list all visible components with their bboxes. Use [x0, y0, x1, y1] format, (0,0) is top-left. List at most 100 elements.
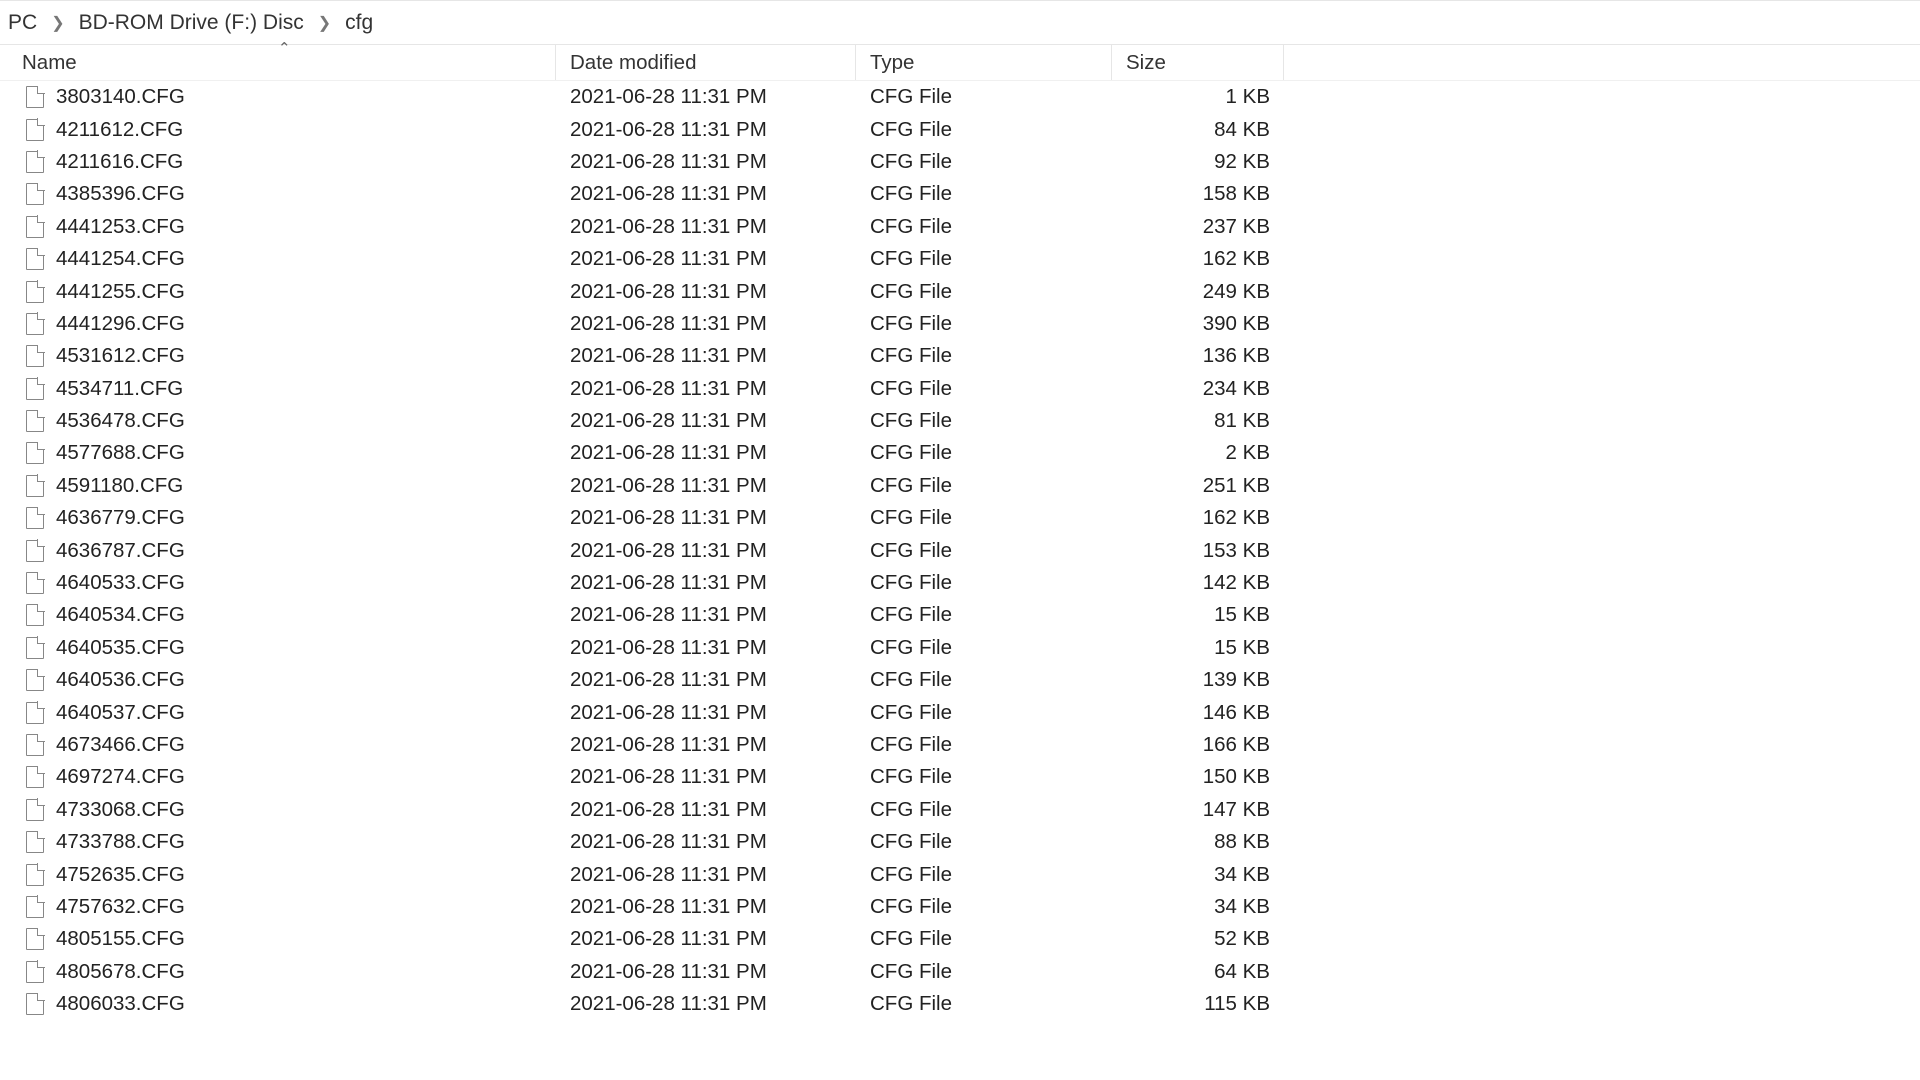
file-name: 4636787.CFG	[56, 539, 185, 563]
file-type: CFG File	[856, 409, 1112, 433]
file-date: 2021-06-28 11:31 PM	[556, 182, 856, 206]
file-icon	[26, 799, 44, 821]
file-type: CFG File	[856, 830, 1112, 854]
file-row[interactable]: 4441296.CFG 2021-06-28 11:31 PMCFG File39…	[0, 308, 1920, 340]
file-row[interactable]: 4441253.CFG2021-06-28 11:31 PMCFG File23…	[0, 211, 1920, 243]
file-row[interactable]: 4534711.CFG2021-06-28 11:31 PMCFG File23…	[0, 373, 1920, 405]
column-header-name[interactable]: Name	[0, 45, 556, 80]
file-row[interactable]: 4733068.CFG2021-06-28 11:31 PMCFG File14…	[0, 794, 1920, 826]
file-row[interactable]: 4536478.CFG2021-06-28 11:31 PMCFG File81…	[0, 405, 1920, 437]
file-row[interactable]: 4806033.CFG2021-06-28 11:31 PMCFG File11…	[0, 988, 1920, 1020]
file-row[interactable]: 4211612.CFG2021-06-28 11:31 PMCFG File84…	[0, 113, 1920, 145]
file-name: 4441296.CFG	[56, 312, 185, 336]
file-icon	[26, 669, 44, 691]
file-date: 2021-06-28 11:31 PM	[556, 215, 856, 239]
file-icon	[26, 604, 44, 626]
file-row[interactable]: 4385396.CFG 2021-06-28 11:31 PMCFG File15…	[0, 178, 1920, 210]
explorer-window: PC ❯ BD-ROM Drive (F:) Disc ❯ cfg ⌃ Name…	[0, 0, 1920, 1080]
file-name: 4385396.CFG	[56, 182, 185, 206]
file-date: 2021-06-28 11:31 PM	[556, 668, 856, 692]
file-size: 158 KB	[1112, 182, 1284, 206]
file-name: 4806033.CFG	[56, 992, 185, 1016]
file-size: 153 KB	[1112, 539, 1284, 563]
column-headers: ⌃ Name Date modified Type Size	[0, 45, 1920, 81]
file-type: CFG File	[856, 182, 1112, 206]
file-row[interactable]: 4640534.CFG2021-06-28 11:31 PMCFG File15…	[0, 599, 1920, 631]
file-row[interactable]: 4805155.CFG2021-06-28 11:31 PMCFG File52…	[0, 923, 1920, 955]
file-type: CFG File	[856, 312, 1112, 336]
file-date: 2021-06-28 11:31 PM	[556, 85, 856, 109]
file-row[interactable]: 4636787.CFG2021-06-28 11:31 PMCFG File15…	[0, 534, 1920, 566]
breadcrumb-item-pc[interactable]: PC	[2, 11, 43, 35]
file-date: 2021-06-28 11:31 PM	[556, 247, 856, 271]
file-row[interactable]: 4441254.CFG2021-06-28 11:31 PMCFG File16…	[0, 243, 1920, 275]
file-date: 2021-06-28 11:31 PM	[556, 280, 856, 304]
file-name: 4733788.CFG	[56, 830, 185, 854]
file-row[interactable]: 4757632.CFG2021-06-28 11:31 PMCFG File34…	[0, 891, 1920, 923]
file-date: 2021-06-28 11:31 PM	[556, 312, 856, 336]
breadcrumb-item-folder[interactable]: cfg	[339, 11, 379, 35]
breadcrumb-item-drive[interactable]: BD-ROM Drive (F:) Disc	[73, 11, 310, 35]
file-date: 2021-06-28 11:31 PM	[556, 863, 856, 887]
file-row[interactable]: 4636779.CFG2021-06-28 11:31 PMCFG File16…	[0, 502, 1920, 534]
file-row[interactable]: 4697274.CFG2021-06-28 11:31 PMCFG File15…	[0, 761, 1920, 793]
file-date: 2021-06-28 11:31 PM	[556, 344, 856, 368]
file-type: CFG File	[856, 863, 1112, 887]
file-name: 4591180.CFG	[56, 474, 183, 498]
file-type: CFG File	[856, 895, 1112, 919]
file-size: 390 KB	[1112, 312, 1284, 336]
file-row[interactable]: 4640536.CFG2021-06-28 11:31 PMCFG File13…	[0, 664, 1920, 696]
file-icon	[26, 572, 44, 594]
file-row[interactable]: 4531612.CFG2021-06-28 11:31 PMCFG File13…	[0, 340, 1920, 372]
file-row[interactable]: 4591180.CFG2021-06-28 11:31 PMCFG File25…	[0, 470, 1920, 502]
chevron-right-icon: ❯	[310, 13, 339, 33]
column-header-size[interactable]: Size	[1112, 45, 1284, 80]
file-date: 2021-06-28 11:31 PM	[556, 441, 856, 465]
file-row[interactable]: 4441255.CFG2021-06-28 11:31 PMCFG File24…	[0, 275, 1920, 307]
file-icon	[26, 864, 44, 886]
file-row[interactable]: 4640533.CFG2021-06-28 11:31 PMCFG File14…	[0, 567, 1920, 599]
file-type: CFG File	[856, 215, 1112, 239]
file-row[interactable]: 4673466.CFG2021-06-28 11:31 PMCFG File16…	[0, 729, 1920, 761]
file-row[interactable]: 4805678.CFG2021-06-28 11:31 PMCFG File64…	[0, 956, 1920, 988]
column-header-type[interactable]: Type	[856, 45, 1112, 80]
file-name: 4640534.CFG	[56, 603, 185, 627]
file-row[interactable]: 4211616.CFG2021-06-28 11:31 PMCFG File92…	[0, 146, 1920, 178]
file-icon	[26, 410, 44, 432]
file-type: CFG File	[856, 474, 1112, 498]
file-name: 4640537.CFG	[56, 701, 185, 725]
file-icon	[26, 281, 44, 303]
file-type: CFG File	[856, 636, 1112, 660]
file-date: 2021-06-28 11:31 PM	[556, 636, 856, 660]
file-date: 2021-06-28 11:31 PM	[556, 539, 856, 563]
file-size: 142 KB	[1112, 571, 1284, 595]
column-label: Date modified	[570, 51, 696, 75]
file-date: 2021-06-28 11:31 PM	[556, 765, 856, 789]
file-row[interactable]: 4640535.CFG2021-06-28 11:31 PMCFG File15…	[0, 632, 1920, 664]
file-type: CFG File	[856, 441, 1112, 465]
file-type: CFG File	[856, 765, 1112, 789]
file-row[interactable]: 3803140.CFG2021-06-28 11:31 PMCFG File1 …	[0, 81, 1920, 113]
file-icon	[26, 119, 44, 141]
file-date: 2021-06-28 11:31 PM	[556, 733, 856, 757]
file-list: 3803140.CFG2021-06-28 11:31 PMCFG File1 …	[0, 81, 1920, 1020]
file-type: CFG File	[856, 927, 1112, 951]
file-row[interactable]: 4752635.CFG2021-06-28 11:31 PMCFG File34…	[0, 858, 1920, 890]
column-label: Name	[22, 51, 77, 75]
file-icon	[26, 378, 44, 400]
file-type: CFG File	[856, 733, 1112, 757]
file-icon	[26, 734, 44, 756]
file-icon	[26, 928, 44, 950]
file-name: 4636779.CFG	[56, 506, 185, 530]
file-row[interactable]: 4640537.CFG2021-06-28 11:31 PMCFG File14…	[0, 696, 1920, 728]
file-icon	[26, 831, 44, 853]
file-size: 15 KB	[1112, 603, 1284, 627]
file-row[interactable]: 4733788.CFG2021-06-28 11:31 PMCFG File88…	[0, 826, 1920, 858]
column-header-date[interactable]: Date modified	[556, 45, 856, 80]
file-name: 4805155.CFG	[56, 927, 185, 951]
file-row[interactable]: 4577688.CFG2021-06-28 11:31 PMCFG File2 …	[0, 437, 1920, 469]
chevron-right-icon: ❯	[43, 13, 72, 33]
file-size: 162 KB	[1112, 506, 1284, 530]
file-name: 4211612.CFG	[56, 118, 183, 142]
file-size: 251 KB	[1112, 474, 1284, 498]
